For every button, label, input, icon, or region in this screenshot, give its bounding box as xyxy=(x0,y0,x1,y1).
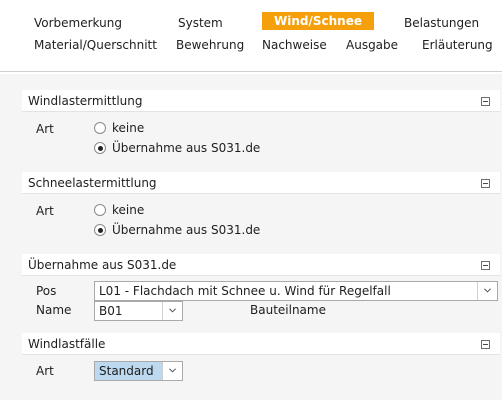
radio-label: keine xyxy=(112,121,145,135)
section-title: Windlastermittlung xyxy=(28,94,143,108)
pos-label: Pos xyxy=(36,284,57,298)
radio-button[interactable] xyxy=(94,224,106,236)
section-title: Übernahme aus S031.de xyxy=(28,258,177,272)
schnee-radio-uebernahme[interactable]: Übernahme aus S031.de xyxy=(94,222,294,238)
section-windlastermittlung: Windlastermittlung xyxy=(22,90,500,112)
name-label: Name xyxy=(36,303,72,317)
chevron-down-icon xyxy=(169,308,176,313)
art-value: Standard xyxy=(99,364,154,378)
schnee-art-label: Art xyxy=(36,204,54,218)
radio-label: keine xyxy=(112,203,145,217)
section-title: Windlastfälle xyxy=(28,337,106,351)
section-uebernahme: Übernahme aus S031.de xyxy=(22,254,500,276)
dropdown-button[interactable] xyxy=(477,282,497,300)
wind-radio-keine[interactable]: keine xyxy=(94,120,254,136)
tab-ausgabe[interactable]: Ausgabe xyxy=(346,36,398,54)
radio-label: Übernahme aus S031.de xyxy=(112,141,261,155)
tab-nachweise[interactable]: Nachweise xyxy=(262,36,327,54)
wind-radio-uebernahme[interactable]: Übernahme aus S031.de xyxy=(94,140,294,156)
tab-bar: Vorbemerkung System Wind/Schnee Belastun… xyxy=(0,0,502,72)
windlastfaelle-art-label: Art xyxy=(36,364,54,378)
dropdown-button[interactable] xyxy=(162,302,182,320)
name-value: B01 xyxy=(99,304,123,318)
dropdown-button[interactable] xyxy=(162,362,182,380)
wind-art-label: Art xyxy=(36,122,54,136)
radio-button[interactable] xyxy=(94,142,106,154)
tab-bewehrung[interactable]: Bewehrung xyxy=(176,36,244,54)
tab-vorbemerkung[interactable]: Vorbemerkung xyxy=(34,14,122,32)
section-title: Schneelastermittlung xyxy=(28,176,157,190)
chevron-down-icon xyxy=(484,288,491,293)
section-schneelastermittlung: Schneelastermittlung xyxy=(22,172,500,194)
tab-system[interactable]: System xyxy=(178,14,223,32)
collapse-icon[interactable] xyxy=(481,261,490,270)
tab-wind-schnee[interactable]: Wind/Schnee xyxy=(262,12,374,30)
chevron-down-icon xyxy=(169,368,176,373)
pos-value: L01 - Flachdach mit Schnee u. Wind für R… xyxy=(99,284,391,298)
collapse-icon[interactable] xyxy=(481,340,490,349)
tab-belastungen[interactable]: Belastungen xyxy=(404,14,479,32)
radio-button[interactable] xyxy=(94,204,106,216)
bauteilname-label: Bauteilname xyxy=(250,303,326,317)
radio-button[interactable] xyxy=(94,122,106,134)
tab-material-querschnitt[interactable]: Material/Querschnitt xyxy=(34,36,157,54)
name-dropdown[interactable]: B01 xyxy=(94,301,183,321)
tab-erlaeuterung[interactable]: Erläuterung xyxy=(422,36,493,54)
collapse-icon[interactable] xyxy=(481,97,490,106)
radio-label: Übernahme aus S031.de xyxy=(112,223,261,237)
section-windlastfaelle: Windlastfälle xyxy=(22,333,500,355)
pos-dropdown[interactable]: L01 - Flachdach mit Schnee u. Wind für R… xyxy=(94,281,498,301)
collapse-icon[interactable] xyxy=(481,179,490,188)
schnee-radio-keine[interactable]: keine xyxy=(94,202,254,218)
windlastfaelle-art-dropdown[interactable]: Standard xyxy=(94,361,183,381)
